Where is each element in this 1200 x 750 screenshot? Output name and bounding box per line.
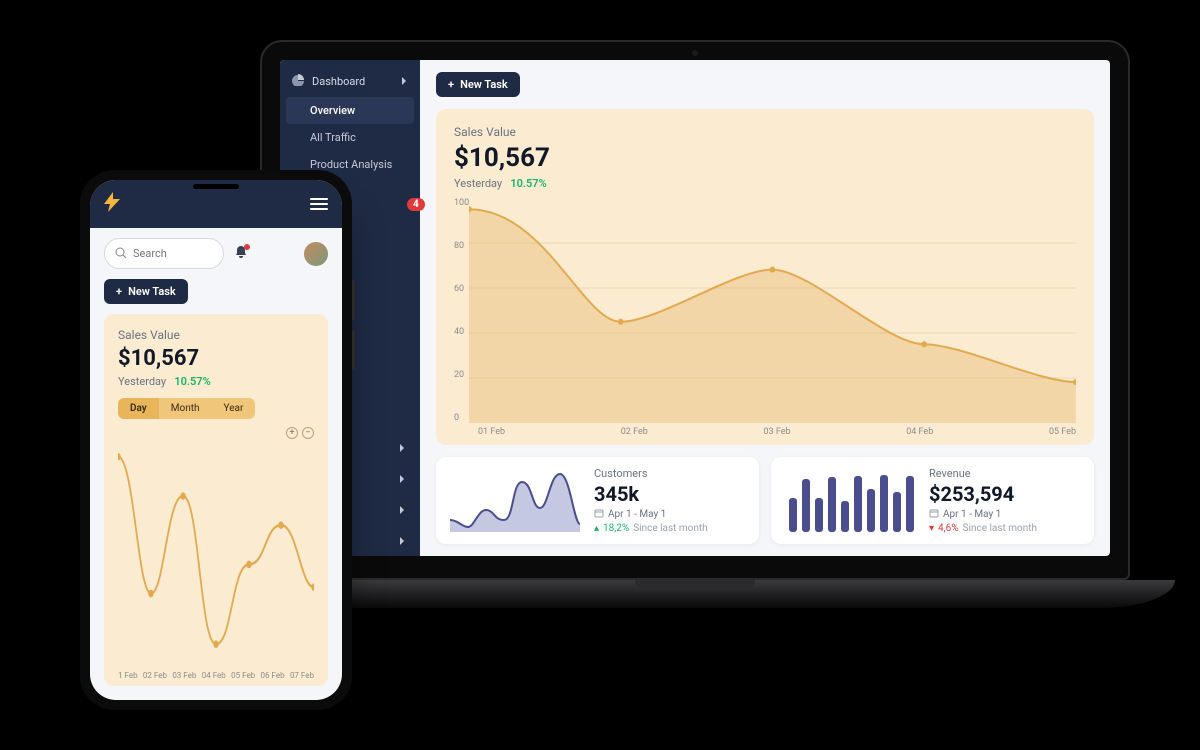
card-value: $10,567: [118, 346, 314, 371]
y-tick: 80: [454, 241, 469, 251]
stats-row: Customers 345k Apr 1 - May 1 ▴ 18,2% Sin…: [436, 457, 1094, 544]
menu-icon[interactable]: [310, 195, 328, 213]
chevron-right-icon: [400, 75, 408, 88]
stat-label: Revenue: [929, 467, 1037, 480]
y-tick: 40: [454, 327, 469, 337]
plus-icon: +: [448, 78, 454, 91]
x-tick: 02 Feb: [621, 427, 648, 437]
y-axis: 100 80 60 40 20 0: [454, 198, 469, 423]
chevron-right-icon[interactable]: [398, 535, 406, 548]
card-subtitle: Yesterday 10.57%: [454, 177, 1076, 190]
sub-label: Yesterday: [118, 375, 166, 388]
customers-sparkline: [450, 470, 580, 532]
arrow-up-icon: ▴: [594, 523, 599, 534]
sidebar-item-label: Dashboard: [312, 75, 365, 88]
calendar-icon: [594, 508, 604, 521]
card-title: Sales Value: [118, 328, 314, 342]
sales-area-chart: [469, 198, 1076, 423]
x-tick: 05 Feb: [231, 671, 255, 680]
sidebar-item-label: Overview: [310, 104, 355, 117]
phone-toolbar: [90, 228, 342, 279]
sidebar-collapsed-items: [398, 442, 406, 548]
x-tick: 01 Feb: [478, 427, 505, 437]
laptop-screen: Dashboard Overview All Traffic Product A…: [280, 60, 1110, 556]
x-tick: 06 Feb: [261, 671, 285, 680]
sidebar-item-all-traffic[interactable]: All Traffic: [280, 124, 420, 151]
zoom-out-icon[interactable]: −: [302, 427, 314, 439]
phone-main: + New Task Sales Value $10,567 Yesterday…: [90, 279, 342, 700]
stat-range: Apr 1 - May 1: [594, 508, 708, 521]
stat-value: 345k: [594, 482, 708, 506]
revenue-bar-chart: [785, 470, 915, 532]
new-task-button[interactable]: + New Task: [104, 279, 188, 304]
search-input[interactable]: [133, 247, 203, 260]
avatar[interactable]: [304, 242, 328, 266]
laptop-base: [215, 580, 1175, 608]
laptop-device: Dashboard Overview All Traffic Product A…: [260, 40, 1160, 660]
stat-delta: ▴ 18,2% Since last month: [594, 523, 708, 534]
tab-day[interactable]: Day: [118, 398, 159, 419]
zoom-in-icon[interactable]: +: [286, 427, 298, 439]
main-content: + New Task Sales Value $10,567 Yesterday…: [420, 60, 1110, 556]
plus-icon: +: [116, 285, 122, 298]
revenue-card: Revenue $253,594 Apr 1 - May 1 ▾ 4,6% Si…: [771, 457, 1094, 544]
tab-month[interactable]: Month: [159, 398, 212, 419]
sub-label: Yesterday: [454, 177, 502, 190]
stat-range: Apr 1 - May 1: [929, 508, 1037, 521]
y-tick: 20: [454, 370, 469, 380]
x-tick: 04 Feb: [906, 427, 933, 437]
x-tick: 02 Feb: [143, 671, 167, 680]
sub-pct: 10.57%: [510, 177, 546, 190]
search-icon: [115, 244, 127, 263]
tab-year[interactable]: Year: [212, 398, 256, 419]
card-subtitle: Yesterday 10.57%: [118, 375, 314, 388]
x-tick: 04 Feb: [202, 671, 226, 680]
bolt-icon[interactable]: [104, 192, 120, 217]
chevron-right-icon[interactable]: [398, 504, 406, 517]
x-axis: 1 Feb 02 Feb 03 Feb 04 Feb 05 Feb 06 Feb…: [118, 667, 314, 680]
range-segmented-control: Day Month Year: [118, 398, 255, 419]
sales-chart: 100 80 60 40 20 0: [454, 198, 1076, 423]
x-tick: 1 Feb: [118, 671, 138, 680]
chevron-right-icon[interactable]: [398, 473, 406, 486]
sidebar-item-label: Product Analysis: [310, 158, 392, 171]
calendar-icon: [929, 508, 939, 521]
sub-pct: 10.57%: [174, 375, 210, 388]
stat-value: $253,594: [929, 482, 1037, 506]
sidebar-item-dashboard[interactable]: Dashboard: [280, 66, 420, 97]
pie-icon: [292, 74, 304, 89]
y-tick: 0: [454, 413, 469, 423]
phone-screen: + New Task Sales Value $10,567 Yesterday…: [90, 180, 342, 700]
y-tick: 100: [454, 198, 469, 208]
card-title: Sales Value: [454, 125, 1076, 139]
sales-line-chart-mobile: [118, 439, 314, 667]
sidebar-item-label: All Traffic: [310, 131, 356, 144]
button-label: New Task: [128, 285, 176, 298]
button-label: New Task: [460, 78, 508, 91]
x-tick: 05 Feb: [1049, 427, 1076, 437]
toolbar: + New Task: [436, 72, 1094, 97]
notification-badge[interactable]: 4: [407, 198, 425, 211]
chevron-right-icon[interactable]: [398, 442, 406, 455]
card-value: $10,567: [454, 143, 1076, 173]
phone-device: + New Task Sales Value $10,567 Yesterday…: [80, 170, 352, 710]
x-tick: 07 Feb: [290, 671, 314, 680]
sales-value-card-mobile: Sales Value $10,567 Yesterday 10.57% Day…: [104, 314, 328, 686]
stat-delta: ▾ 4,6% Since last month: [929, 523, 1037, 534]
arrow-down-icon: ▾: [929, 523, 934, 534]
customers-card: Customers 345k Apr 1 - May 1 ▴ 18,2% Sin…: [436, 457, 759, 544]
search-box[interactable]: [104, 238, 224, 269]
phone-header: [90, 180, 342, 228]
sidebar-item-overview[interactable]: Overview: [286, 97, 414, 124]
sales-value-card: Sales Value $10,567 Yesterday 10.57% 100…: [436, 109, 1094, 445]
x-tick: 03 Feb: [172, 671, 196, 680]
y-tick: 60: [454, 284, 469, 294]
x-axis: 01 Feb 02 Feb 03 Feb 04 Feb 05 Feb: [454, 423, 1076, 437]
chart-tools: + −: [286, 427, 314, 439]
bell-icon[interactable]: [234, 245, 248, 263]
new-task-button[interactable]: + New Task: [436, 72, 520, 97]
laptop-bezel: Dashboard Overview All Traffic Product A…: [260, 40, 1130, 580]
stat-label: Customers: [594, 467, 708, 480]
x-tick: 03 Feb: [763, 427, 790, 437]
